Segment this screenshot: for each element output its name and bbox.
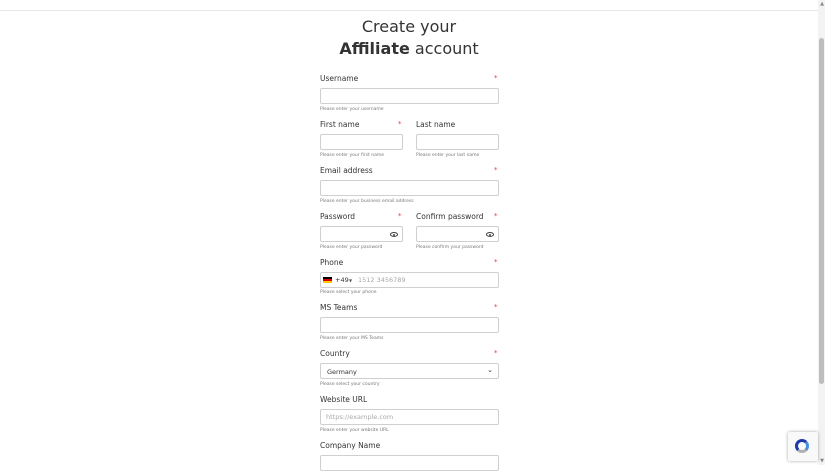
email-help: Please enter your business email address (320, 199, 414, 204)
eye-icon[interactable] (390, 232, 398, 237)
password-label: Password (320, 212, 356, 221)
country-select[interactable]: Germany ⌄ (320, 363, 499, 379)
last-name-label: Last name (416, 120, 456, 129)
page-title-line2: Affiliate account (0, 39, 818, 58)
website-input[interactable] (320, 409, 499, 425)
username-label: Username (320, 74, 359, 83)
username-help: Please enter your username (320, 107, 384, 112)
email-input[interactable] (320, 180, 499, 196)
page-scrollbar[interactable]: ▲ ▼ (818, 0, 825, 465)
first-name-input[interactable] (320, 134, 403, 150)
website-help: Please enter your website URL (320, 428, 389, 433)
ms-teams-input[interactable] (320, 317, 499, 333)
ms-teams-help: Please enter your MS Teams (320, 336, 384, 341)
phone-country-code[interactable]: +49 (335, 276, 349, 284)
email-label: Email address (320, 166, 373, 175)
browser-top-bar (0, 0, 818, 11)
page-title-bold: Affiliate (339, 39, 410, 58)
country-selected-value: Germany (327, 367, 357, 376)
confirm-password-required-mark: * (494, 212, 498, 220)
scroll-up-icon[interactable]: ▲ (820, 1, 824, 7)
username-input[interactable] (320, 88, 499, 104)
confirm-password-label: Confirm password (416, 212, 484, 221)
page-title-line1: Create your (361, 17, 457, 36)
phone-label: Phone (320, 258, 344, 267)
country-required-mark: * (494, 349, 498, 357)
last-name-help: Please enter your last name (416, 153, 480, 158)
username-required-mark: * (494, 74, 498, 82)
chevron-down-icon[interactable]: ⌄ (487, 366, 493, 374)
password-required-mark: * (398, 212, 402, 220)
ms-teams-required-mark: * (494, 303, 498, 311)
company-input[interactable] (320, 455, 499, 471)
page-title-rest: account (414, 39, 479, 58)
scroll-down-icon[interactable]: ▼ (820, 458, 824, 464)
recaptcha-badge[interactable] (788, 432, 818, 461)
email-required-mark: * (494, 166, 498, 174)
company-label: Company Name (320, 441, 381, 450)
eye-icon[interactable] (486, 232, 494, 237)
scrollbar-thumb[interactable] (819, 38, 824, 384)
ms-teams-label: MS Teams (320, 303, 358, 312)
recaptcha-icon (795, 439, 809, 453)
first-name-required-mark: * (398, 120, 402, 128)
phone-help: Please select your phone (320, 290, 377, 295)
last-name-input[interactable] (416, 134, 499, 150)
confirm-password-help: Please confirm your password (416, 245, 484, 250)
website-label: Website URL (320, 395, 368, 404)
germany-flag-icon[interactable] (323, 277, 332, 283)
country-code-caret-icon[interactable]: ▼ (349, 278, 352, 283)
country-help: Please select your country (320, 382, 380, 387)
phone-required-mark: * (494, 258, 498, 266)
first-name-label: First name (320, 120, 360, 129)
password-help: Please enter your password (320, 245, 383, 250)
country-label: Country (320, 349, 350, 358)
first-name-help: Please enter your first name (320, 153, 385, 158)
